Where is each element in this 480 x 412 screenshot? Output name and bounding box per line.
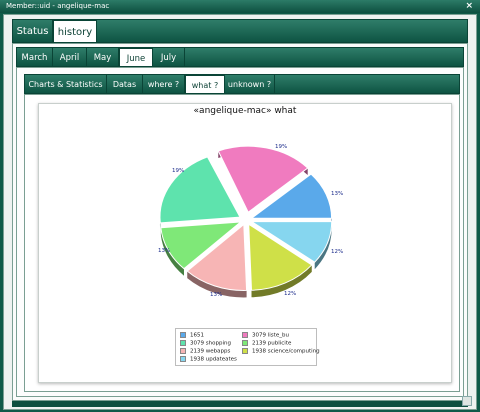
tab-what[interactable]: what ? <box>185 75 225 93</box>
legend-swatch <box>242 340 248 346</box>
legend-label: 1938 science/computing <box>252 348 320 355</box>
window-bottom-bar <box>12 401 468 407</box>
tab-june[interactable]: June <box>119 48 153 66</box>
legend-swatch <box>242 348 248 354</box>
resize-handle[interactable] <box>462 396 472 406</box>
legend-swatch <box>180 348 186 354</box>
tab-unknown[interactable]: unknown ? <box>225 75 275 93</box>
legend-swatch <box>180 356 186 362</box>
legend-label: 3079 shopping <box>190 340 231 347</box>
legend-item-shopping: 3079 shopping <box>180 340 231 347</box>
month-tabbar: March April May June July <box>16 47 464 67</box>
window-titlebar[interactable]: Member::uid - angelique-mac × <box>0 0 480 13</box>
main-tabbar: Status history <box>12 19 468 43</box>
view-tabbar: Charts & Statistics Datas where ? what ?… <box>24 74 460 94</box>
tab-april[interactable]: April <box>53 48 87 66</box>
window-title: Member::uid - angelique-mac <box>6 2 110 10</box>
chart-legend: 1651 3079 liste_bu 3079 shopping 2139 pu… <box>175 328 320 366</box>
chart-title: «angelique-mac» what <box>193 106 297 116</box>
member-window: Member::uid - angelique-mac × Status his… <box>0 0 480 412</box>
tab-july[interactable]: July <box>153 48 185 66</box>
legend-item-updateates: 1938 updateates <box>180 356 237 363</box>
legend-item-publicite: 2139 publicite <box>242 340 291 347</box>
legend-label: 3079 liste_bu <box>252 332 289 339</box>
legend-item-liste-bu: 3079 liste_bu <box>242 332 289 339</box>
tab-may[interactable]: May <box>87 48 119 66</box>
legend-item-1651: 1651 <box>180 332 204 339</box>
tab-status[interactable]: Status <box>13 20 53 42</box>
tab-march[interactable]: March <box>17 48 53 66</box>
legend-swatch <box>242 332 248 338</box>
legend-swatch <box>180 340 186 346</box>
tab-history[interactable]: history <box>53 20 97 42</box>
legend-label: 2139 publicite <box>252 340 292 347</box>
legend-item-science-computing: 1938 science/computing <box>242 348 320 355</box>
legend-item-webapps: 2139 webapps <box>180 348 230 355</box>
tab-charts-statistics[interactable]: Charts & Statistics <box>25 75 107 93</box>
legend-label: 2139 webapps <box>190 348 231 355</box>
legend-label: 1938 updateates <box>190 356 237 363</box>
tab-datas[interactable]: Datas <box>107 75 143 93</box>
legend-swatch <box>180 332 186 338</box>
close-icon[interactable]: × <box>465 0 473 13</box>
legend-label: 1651 <box>190 332 204 339</box>
tab-where[interactable]: where ? <box>143 75 185 93</box>
